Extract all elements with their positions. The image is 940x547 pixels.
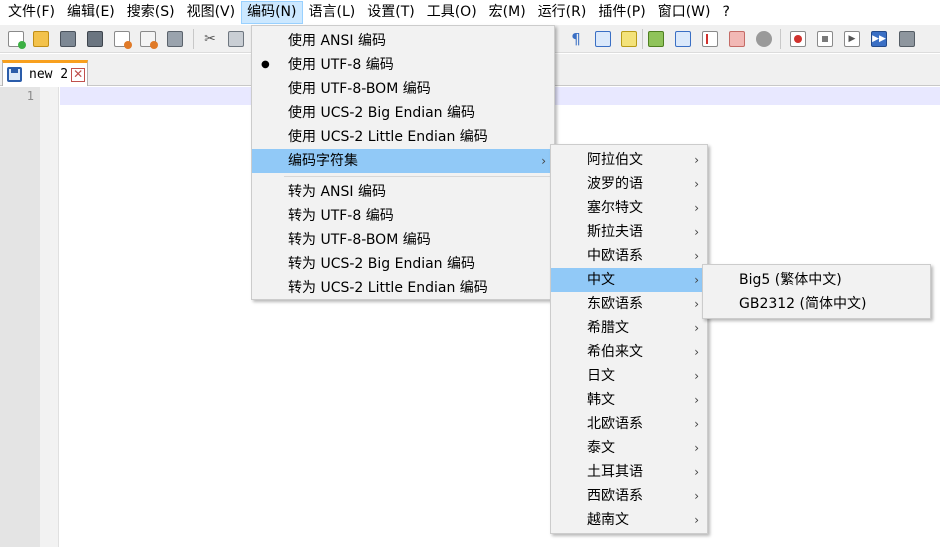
menubar: 文件(F) 编辑(E) 搜索(S) 视图(V) 编码(N) 语言(L) 设置(T… [0,0,940,25]
monitoring-icon[interactable] [727,29,747,49]
menu-item-celtic[interactable]: 塞尔特文 › [551,196,707,220]
submenu-arrow-icon: › [541,154,546,168]
start-recording-icon[interactable] [788,29,808,49]
submenu-arrow-icon: › [694,369,699,383]
folder-as-workspace-icon[interactable] [700,29,720,49]
menu-item-convert-utf8[interactable]: 转为 UTF-8 编码 [252,204,554,228]
submenu-arrow-icon: › [694,513,699,527]
open-file-icon[interactable] [31,29,51,49]
menu-item-japanese[interactable]: 日文 › [551,364,707,388]
menu-item-use-utf8-bom[interactable]: 使用 UTF-8-BOM 编码 [252,77,554,101]
menu-plugins[interactable]: 插件(P) [592,1,651,24]
menu-item-use-ucs2-be[interactable]: 使用 UCS-2 Big Endian 编码 [252,101,554,125]
indent-guide-icon[interactable] [593,29,613,49]
menu-item-western-european[interactable]: 西欧语系 › [551,484,707,508]
menu-item-hebrew[interactable]: 希伯来文 › [551,340,707,364]
menu-item-big5[interactable]: Big5 (繁体中文) [703,268,930,292]
close-tab-icon[interactable]: ✕ [71,67,86,82]
menu-settings[interactable]: 设置(T) [361,1,420,24]
menu-item-central-european[interactable]: 中欧语系 › [551,244,707,268]
print-icon[interactable] [165,29,185,49]
menu-view[interactable]: 视图(V) [181,1,242,24]
menu-language[interactable]: 语言(L) [303,1,362,24]
menu-item-convert-ansi[interactable]: 转为 ANSI 编码 [252,180,554,204]
menu-item-eastern-european[interactable]: 东欧语系 › [551,292,707,316]
playback-icon[interactable]: ▶ [842,29,862,49]
close-icon[interactable] [112,29,132,49]
menu-item-thai[interactable]: 泰文 › [551,436,707,460]
menu-item-korean[interactable]: 韩文 › [551,388,707,412]
menu-encoding[interactable]: 编码(N) [241,1,303,24]
run-multiple-icon[interactable]: ▶▶ [869,29,889,49]
menu-help[interactable]: ? [717,1,736,24]
toolbar-separator [193,29,194,49]
fold-margin [40,87,59,547]
menu-item-convert-utf8-bom[interactable]: 转为 UTF-8-BOM 编码 [252,228,554,252]
submenu-arrow-icon: › [694,177,699,191]
toolbar-separator [642,29,643,49]
menu-run[interactable]: 运行(R) [532,1,593,24]
show-all-characters-icon[interactable]: ¶ [566,29,586,49]
submenu-arrow-icon: › [694,297,699,311]
menu-item-turkish[interactable]: 土耳其语 › [551,460,707,484]
checked-bullet-icon: ● [261,59,270,70]
submenu-arrow-icon: › [694,201,699,215]
menu-edit[interactable]: 编辑(E) [61,1,121,24]
encoding-menu: 使用 ANSI 编码 ● 使用 UTF-8 编码 使用 UTF-8-BOM 编码 … [251,25,555,300]
menu-item-vietnamese[interactable]: 越南文 › [551,508,707,532]
line-number-gutter: 1 [0,87,40,547]
save-all-icon[interactable] [85,29,105,49]
menu-macro[interactable]: 宏(M) [483,1,532,24]
submenu-arrow-icon: › [694,465,699,479]
submenu-arrow-icon: › [694,489,699,503]
plugin-cloud-icon[interactable] [754,29,774,49]
function-list-icon[interactable] [673,29,693,49]
toolbar-separator [780,29,781,49]
menu-item-use-ucs2-le[interactable]: 使用 UCS-2 Little Endian 编码 [252,125,554,149]
close-all-icon[interactable] [138,29,158,49]
menu-item-north-european[interactable]: 北欧语系 › [551,412,707,436]
menu-file[interactable]: 文件(F) [2,1,61,24]
save-icon[interactable] [58,29,78,49]
menu-item-convert-ucs2-be[interactable]: 转为 UCS-2 Big Endian 编码 [252,252,554,276]
menu-item-gb2312[interactable]: GB2312 (简体中文) [703,292,930,316]
menu-item-baltic[interactable]: 波罗的语 › [551,172,707,196]
menu-item-use-utf8[interactable]: ● 使用 UTF-8 编码 [252,53,554,77]
line-number: 1 [26,89,34,103]
menu-search[interactable]: 搜索(S) [121,1,181,24]
save-macro-icon[interactable] [897,29,917,49]
submenu-arrow-icon: › [694,225,699,239]
submenu-arrow-icon: › [694,345,699,359]
word-wrap-icon[interactable] [619,29,639,49]
menu-item-character-sets[interactable]: 编码字符集 › [252,149,554,173]
new-file-icon[interactable] [6,29,26,49]
document-map-icon[interactable] [646,29,666,49]
submenu-arrow-icon: › [694,417,699,431]
submenu-arrow-icon: › [694,321,699,335]
menu-tools[interactable]: 工具(O) [421,1,483,24]
chinese-submenu: Big5 (繁体中文) GB2312 (简体中文) [702,264,931,319]
save-icon [7,67,22,82]
tab-label: new 2 [29,67,69,82]
submenu-arrow-icon: › [694,273,699,287]
submenu-arrow-icon: › [694,249,699,263]
menu-separator [284,176,552,177]
stop-recording-icon[interactable] [815,29,835,49]
menu-item-use-ansi[interactable]: 使用 ANSI 编码 [252,29,554,53]
menu-item-convert-ucs2-le[interactable]: 转为 UCS-2 Little Endian 编码 [252,276,554,300]
copy-icon[interactable] [226,29,246,49]
menu-item-chinese[interactable]: 中文 › [551,268,707,292]
submenu-arrow-icon: › [694,441,699,455]
menu-item-greek[interactable]: 希腊文 › [551,316,707,340]
menu-item-cyrillic[interactable]: 斯拉夫语 › [551,220,707,244]
menu-window[interactable]: 窗口(W) [652,1,717,24]
tab-new-2[interactable]: new 2 ✕ [2,60,88,86]
submenu-arrow-icon: › [694,153,699,167]
cut-icon[interactable]: ✂ [200,29,220,49]
menu-item-arabic[interactable]: 阿拉伯文 › [551,148,707,172]
submenu-arrow-icon: › [694,393,699,407]
character-set-submenu: 阿拉伯文 › 波罗的语 › 塞尔特文 › 斯拉夫语 › 中欧语系 › 中文 › 东欧语系 › … [550,144,708,534]
